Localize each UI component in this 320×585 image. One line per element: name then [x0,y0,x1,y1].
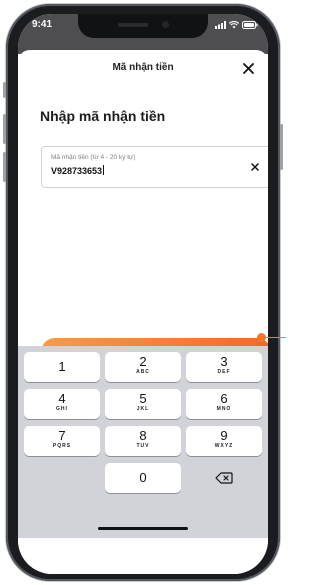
key-digit: 1 [58,359,66,374]
key-digit: 4 [58,391,66,406]
receive-code-label: Mã nhận tiền (từ 4 - 20 ký tự) [51,154,136,161]
clear-input-icon [251,163,259,171]
text-caret [103,165,105,175]
key-3[interactable]: 3 DEF [186,352,262,382]
key-4[interactable]: 4 GHI [24,389,100,419]
key-digit: 7 [58,428,66,443]
speaker [118,23,148,27]
key-0[interactable]: 0 [105,463,181,493]
key-digit: 3 [220,354,228,369]
backspace-icon [215,472,233,484]
key-8[interactable]: 8 TUV [105,426,181,456]
battery-icon [242,21,258,29]
sheet-header: Mã nhận tiền [18,50,268,86]
key-letters: WXYZ [214,443,234,449]
mute-switch [3,82,6,98]
signal-icon [215,21,226,29]
key-letters: DEF [217,369,231,375]
annotation-line [266,337,286,338]
wifi-icon [229,21,239,29]
receive-code-value: V928733653 [51,166,103,176]
home-indicator [98,527,188,530]
close-button[interactable] [238,58,258,78]
key-digit: 8 [139,428,147,443]
key-letters: TUV [136,443,150,449]
key-digit: 0 [139,470,147,485]
receive-code-input[interactable]: V928733653 [51,165,105,176]
backspace-key[interactable] [186,463,262,493]
status-time: 9:41 [32,19,53,30]
key-5[interactable]: 5 JKL [105,389,181,419]
key-letters: PQRS [52,443,72,449]
volume-up-button [3,114,6,144]
receive-code-field[interactable]: Mã nhận tiền (từ 4 - 20 ký tự) V92873365… [41,146,268,188]
key-1[interactable]: 1 [24,352,100,382]
key-2[interactable]: 2 ABC [105,352,181,382]
annotation-dot [257,333,266,342]
key-digit: 2 [139,354,147,369]
status-icons [215,21,258,29]
key-letters: JKL [136,406,150,412]
close-icon [242,62,254,74]
key-letters: MNO [216,406,232,412]
key-letters: GHI [56,406,68,412]
sheet-title: Mã nhận tiền [112,62,174,73]
notch [78,14,208,38]
power-button [280,124,283,170]
key-digit: 9 [220,428,228,443]
key-letters: ABC [136,369,150,375]
key-digit: 6 [220,391,228,406]
page-heading: Nhập mã nhận tiền [40,108,166,124]
volume-down-button [3,152,6,182]
clear-input-button[interactable] [246,158,264,176]
front-camera [162,21,169,28]
key-digit: 5 [139,391,147,406]
numeric-keypad: 1 2 ABC 3 DEF 4 GHI 5 JKL 6 MNO 7 PQRS 8 TUV 9W… [18,346,268,538]
key-9[interactable]: 9 WXYZ [186,426,262,456]
key-7[interactable]: 7 PQRS [24,426,100,456]
phone-screen: 9:41 Mã nhận tiền Nhập mã nhận tiền Mã n… [18,14,268,574]
key-6[interactable]: 6 MNO [186,389,262,419]
